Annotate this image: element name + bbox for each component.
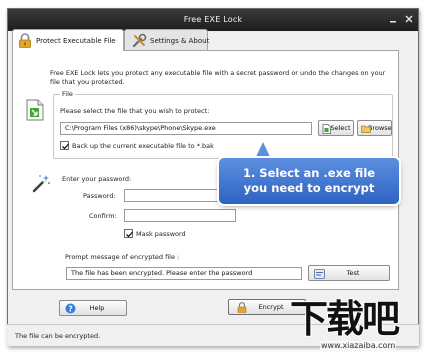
status-text: The file can be encrypted.: [15, 332, 101, 340]
tools-icon: [132, 33, 147, 48]
close-button[interactable]: [402, 13, 416, 26]
magic-wand-icon: [32, 175, 50, 193]
backup-checkbox[interactable]: [60, 141, 69, 150]
minimize-icon: [390, 21, 396, 23]
close-icon: [405, 15, 413, 23]
help-button[interactable]: ? Help: [59, 300, 127, 316]
encrypt-button-label: Encrypt: [258, 303, 284, 311]
callout-pointer: [255, 142, 271, 159]
mask-password-checkbox[interactable]: [124, 229, 133, 238]
lock-icon: [19, 33, 31, 48]
backup-label: Back up the current executable file to *…: [72, 142, 214, 150]
select-button[interactable]: Select: [318, 120, 354, 136]
file-group-title: File: [60, 90, 75, 98]
test-icon: [314, 269, 325, 279]
folder-icon: [361, 125, 371, 133]
help-button-label: Help: [89, 304, 105, 312]
browse-button-label: Browse: [368, 124, 392, 132]
browse-button[interactable]: Browse: [357, 120, 392, 136]
file-path-input[interactable]: C:\Program Files (x86)\skype\Phone\Skype…: [60, 122, 312, 135]
tab-label: Protect Executable File: [36, 37, 116, 45]
callout-line-2: you need to encrypt: [243, 181, 375, 195]
select-file-icon: [322, 124, 331, 134]
window-title: Free EXE Lock: [183, 15, 243, 24]
description-text: Free EXE Lock lets you protect any execu…: [50, 69, 386, 86]
test-button-label: Test: [346, 269, 360, 277]
prompt-message-input[interactable]: The file has been encrypted. Please ente…: [66, 267, 302, 280]
file-group: File Please select the file that you wis…: [53, 90, 393, 159]
confirm-password-input[interactable]: [124, 209, 236, 222]
callout-line-1: 1. Select an .exe file: [242, 166, 376, 180]
tab-protect-executable[interactable]: Protect Executable File: [12, 29, 124, 51]
select-button-label: Select: [330, 124, 351, 132]
tab-label: Settings & About: [150, 37, 210, 45]
site-watermark: 下载吧 www.xiazaiba.com: [289, 297, 422, 357]
tab-settings-about[interactable]: Settings & About: [124, 29, 210, 50]
password-label: Password:: [83, 192, 116, 200]
title-bar[interactable]: Free EXE Lock: [8, 9, 418, 31]
prompt-message-heading: Prompt message of encrypted file :: [65, 253, 180, 261]
checkmark-icon: [62, 143, 69, 150]
minimize-button[interactable]: [386, 13, 400, 26]
watermark-url: www.xiazaiba.com: [320, 341, 397, 350]
test-button[interactable]: Test: [308, 265, 390, 281]
checkmark-icon: [126, 231, 133, 238]
mask-password-label: Mask password: [136, 230, 186, 238]
help-icon: ?: [65, 303, 76, 314]
watermark-logo-text: 下载吧: [289, 297, 401, 341]
instruction-callout: 1. Select an .exe file you need to encry…: [219, 158, 399, 204]
svg-text:?: ?: [68, 304, 72, 313]
password-section-heading: Enter your password:: [62, 175, 132, 183]
executable-file-icon: [26, 99, 44, 121]
select-file-prompt: Please select the file that you wish to …: [60, 107, 210, 115]
confirm-label: Confirm:: [89, 212, 117, 220]
lock-icon: [237, 302, 247, 313]
